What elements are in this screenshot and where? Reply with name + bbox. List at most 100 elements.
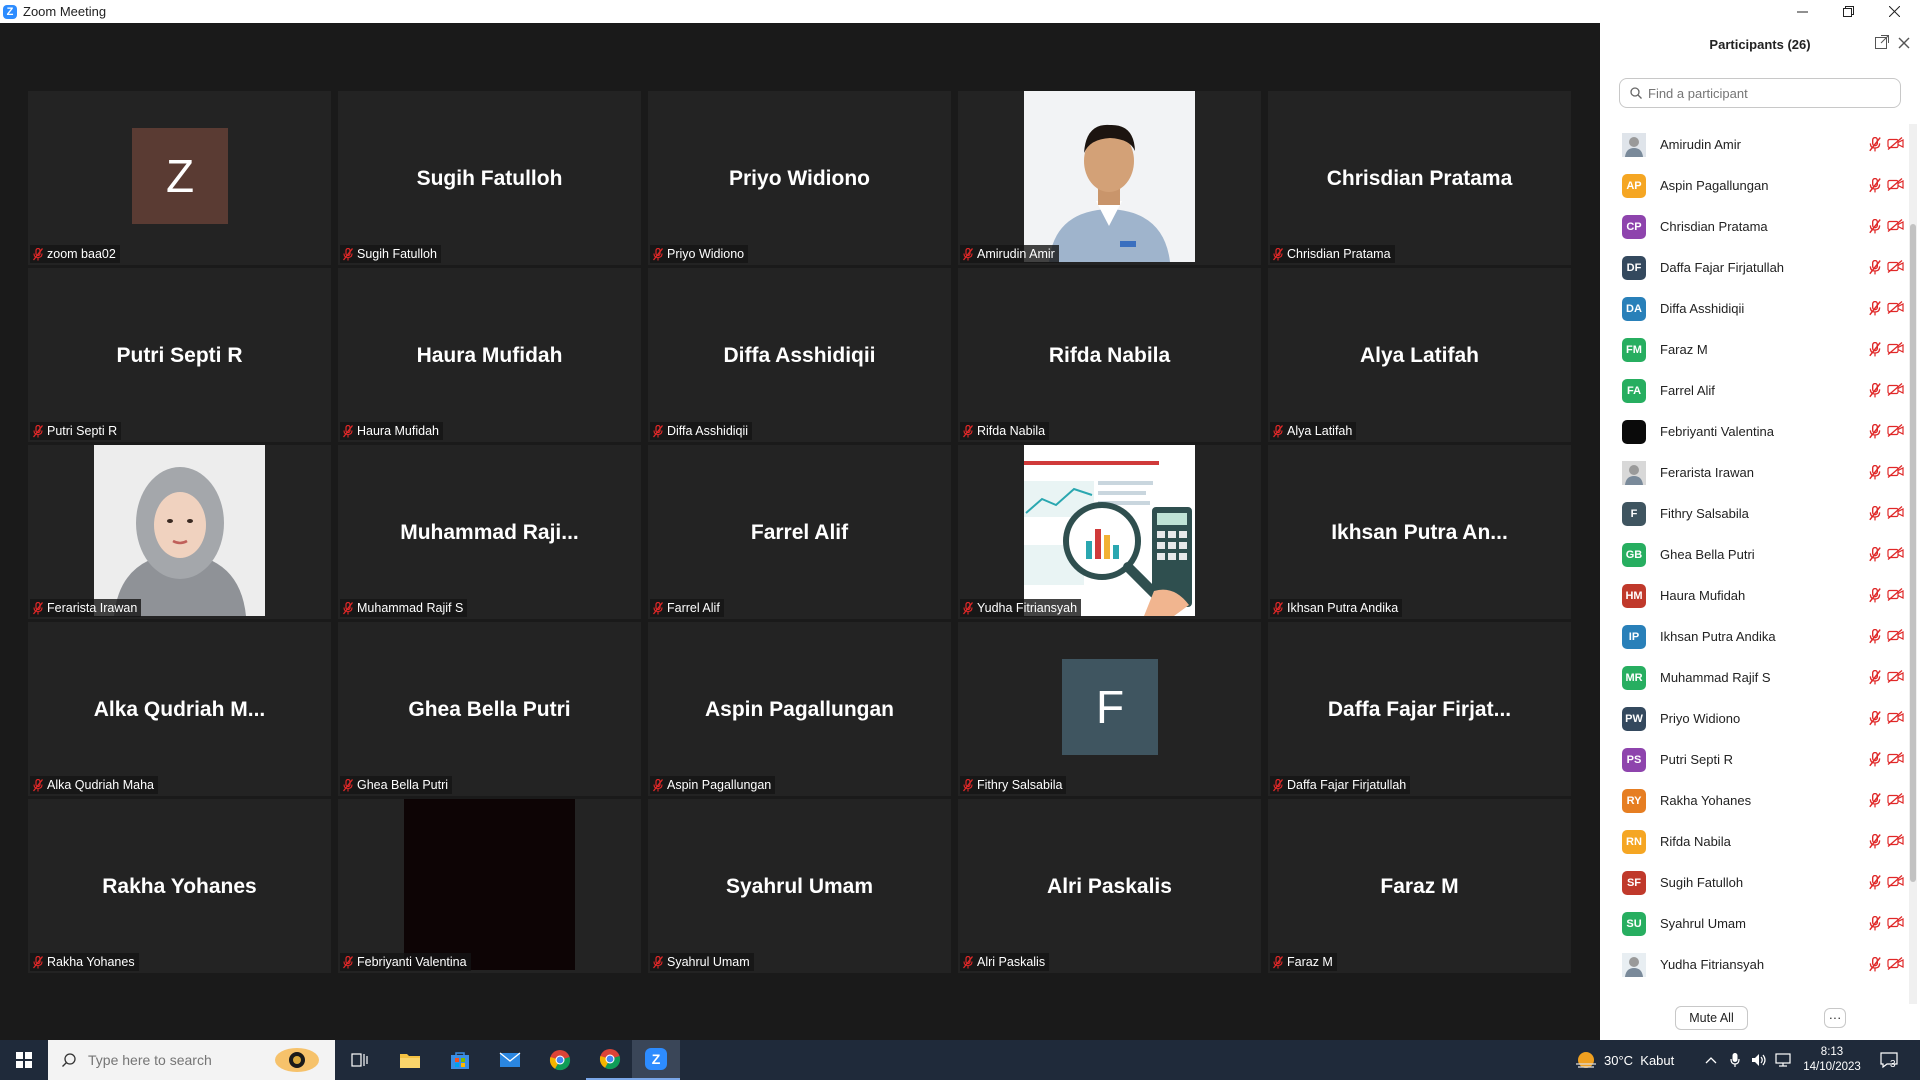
weather-widget[interactable]: 30°C Kabut [1574, 1040, 1674, 1080]
video-tile[interactable]: Farrel Alif Farrel Alif [648, 445, 951, 619]
video-off-icon[interactable] [1887, 793, 1904, 808]
close-window-button[interactable] [1871, 0, 1917, 23]
video-off-icon[interactable] [1887, 301, 1904, 316]
chrome-button[interactable] [536, 1040, 584, 1080]
mic-muted-icon[interactable] [1869, 342, 1881, 357]
video-tile[interactable]: Alka Qudriah M... Alka Qudriah Maha [28, 622, 331, 796]
mic-muted-icon[interactable] [1869, 711, 1881, 726]
video-tile[interactable]: Rakha Yohanes Rakha Yohanes [28, 799, 331, 973]
video-tile[interactable]: Amirudin Amir [958, 91, 1261, 265]
video-tile[interactable]: Alya Latifah Alya Latifah [1268, 268, 1571, 442]
video-tile[interactable]: Muhammad Raji... Muhammad Rajif S [338, 445, 641, 619]
video-tile[interactable]: Ikhsan Putra An... Ikhsan Putra Andika [1268, 445, 1571, 619]
mic-muted-icon[interactable] [1869, 916, 1881, 931]
mic-muted-icon[interactable] [1869, 875, 1881, 890]
video-off-icon[interactable] [1887, 342, 1904, 357]
mute-all-button[interactable]: Mute All [1675, 1006, 1748, 1030]
participant-row[interactable]: RN Rifda Nabila [1600, 821, 1906, 862]
video-off-icon[interactable] [1887, 875, 1904, 890]
mic-muted-icon[interactable] [1869, 629, 1881, 644]
video-off-icon[interactable] [1887, 178, 1904, 193]
video-off-icon[interactable] [1887, 629, 1904, 644]
mic-muted-icon[interactable] [1869, 957, 1881, 972]
mic-muted-icon[interactable] [1869, 793, 1881, 808]
video-tile[interactable]: Sugih Fatulloh Sugih Fatulloh [338, 91, 641, 265]
scrollbar-thumb[interactable] [1910, 224, 1916, 882]
participant-row[interactable]: Ferarista Irawan [1600, 452, 1906, 493]
popout-icon[interactable] [1875, 35, 1889, 54]
participant-row[interactable]: RY Rakha Yohanes [1600, 780, 1906, 821]
volume-icon[interactable] [1751, 1040, 1767, 1080]
mic-muted-icon[interactable] [1869, 834, 1881, 849]
video-off-icon[interactable] [1887, 465, 1904, 480]
video-off-icon[interactable] [1887, 383, 1904, 398]
mic-muted-icon[interactable] [1869, 260, 1881, 275]
video-off-icon[interactable] [1887, 752, 1904, 767]
clock[interactable]: 8:13 14/10/2023 [1798, 1040, 1866, 1080]
video-off-icon[interactable] [1887, 260, 1904, 275]
video-off-icon[interactable] [1887, 137, 1904, 152]
video-off-icon[interactable] [1887, 219, 1904, 234]
microphone-tray-icon[interactable] [1730, 1040, 1740, 1080]
participant-row[interactable]: Amirudin Amir [1600, 124, 1906, 165]
video-off-icon[interactable] [1887, 834, 1904, 849]
mic-muted-icon[interactable] [1869, 137, 1881, 152]
video-tile[interactable]: Putri Septi R Putri Septi R [28, 268, 331, 442]
video-tile[interactable]: Diffa Asshidiqii Diffa Asshidiqii [648, 268, 951, 442]
video-tile[interactable]: Aspin Pagallungan Aspin Pagallungan [648, 622, 951, 796]
mic-muted-icon[interactable] [1869, 178, 1881, 193]
mic-muted-icon[interactable] [1869, 547, 1881, 562]
chrome-profile-button[interactable] [586, 1040, 634, 1080]
video-tile[interactable]: Rifda Nabila Rifda Nabila [958, 268, 1261, 442]
video-off-icon[interactable] [1887, 670, 1904, 685]
participant-row[interactable]: CP Chrisdian Pratama [1600, 206, 1906, 247]
video-off-icon[interactable] [1887, 588, 1904, 603]
mic-muted-icon[interactable] [1869, 588, 1881, 603]
video-tile[interactable]: Daffa Fajar Firjat... Daffa Fajar Firjatu… [1268, 622, 1571, 796]
video-tile[interactable]: Chrisdian Pratama Chrisdian Pratama [1268, 91, 1571, 265]
network-icon[interactable] [1775, 1040, 1791, 1080]
restore-button[interactable] [1825, 0, 1871, 23]
mic-muted-icon[interactable] [1869, 670, 1881, 685]
mic-muted-icon[interactable] [1869, 465, 1881, 480]
task-view-button[interactable] [336, 1040, 384, 1080]
participant-row[interactable]: GB Ghea Bella Putri [1600, 534, 1906, 575]
video-tile[interactable]: Faraz M Faraz M [1268, 799, 1571, 973]
video-tile[interactable]: Haura Mufidah Haura Mufidah [338, 268, 641, 442]
participant-row[interactable]: MR Muhammad Rajif S [1600, 657, 1906, 698]
video-off-icon[interactable] [1887, 711, 1904, 726]
mic-muted-icon[interactable] [1869, 506, 1881, 521]
video-tile[interactable]: Ghea Bella Putri Ghea Bella Putri [338, 622, 641, 796]
video-tile[interactable]: Yudha Fitriansyah [958, 445, 1261, 619]
minimize-button[interactable] [1779, 0, 1825, 23]
video-off-icon[interactable] [1887, 506, 1904, 521]
video-off-icon[interactable] [1887, 424, 1904, 439]
participant-row[interactable]: SU Syahrul Umam [1600, 903, 1906, 944]
video-tile[interactable]: Ferarista Irawan [28, 445, 331, 619]
taskbar-search-box[interactable] [48, 1040, 335, 1080]
video-off-icon[interactable] [1887, 916, 1904, 931]
video-tile[interactable]: Alri Paskalis Alri Paskalis [958, 799, 1261, 973]
video-tile[interactable]: Syahrul Umam Syahrul Umam [648, 799, 951, 973]
participant-list-scrollbar[interactable] [1909, 124, 1917, 1004]
participant-row[interactable]: Febriyanti Valentina [1600, 411, 1906, 452]
mic-muted-icon[interactable] [1869, 752, 1881, 767]
participant-row[interactable]: DA Diffa Asshidiqii [1600, 288, 1906, 329]
video-tile[interactable]: Zzoom baa02 [28, 91, 331, 265]
participant-search-input[interactable] [1646, 84, 1890, 102]
participant-row[interactable]: AP Aspin Pagallungan [1600, 165, 1906, 206]
participant-row[interactable]: HM Haura Mufidah [1600, 575, 1906, 616]
participant-row[interactable]: IP Ikhsan Putra Andika [1600, 616, 1906, 657]
more-options-button[interactable]: ··· [1824, 1008, 1846, 1028]
participant-row[interactable]: FA Farrel Alif [1600, 370, 1906, 411]
tray-overflow-icon[interactable] [1705, 1040, 1717, 1080]
mic-muted-icon[interactable] [1869, 219, 1881, 234]
file-explorer-button[interactable] [386, 1040, 434, 1080]
participant-row[interactable]: PS Putri Septi R [1600, 739, 1906, 780]
participant-row[interactable]: FM Faraz M [1600, 329, 1906, 370]
notification-center-button[interactable]: 3 [1880, 1040, 1898, 1080]
video-tile[interactable]: Priyo Widiono Priyo Widiono [648, 91, 951, 265]
participant-row[interactable]: F Fithry Salsabila [1600, 493, 1906, 534]
video-off-icon[interactable] [1887, 547, 1904, 562]
video-tile[interactable]: F Fithry Salsabila [958, 622, 1261, 796]
